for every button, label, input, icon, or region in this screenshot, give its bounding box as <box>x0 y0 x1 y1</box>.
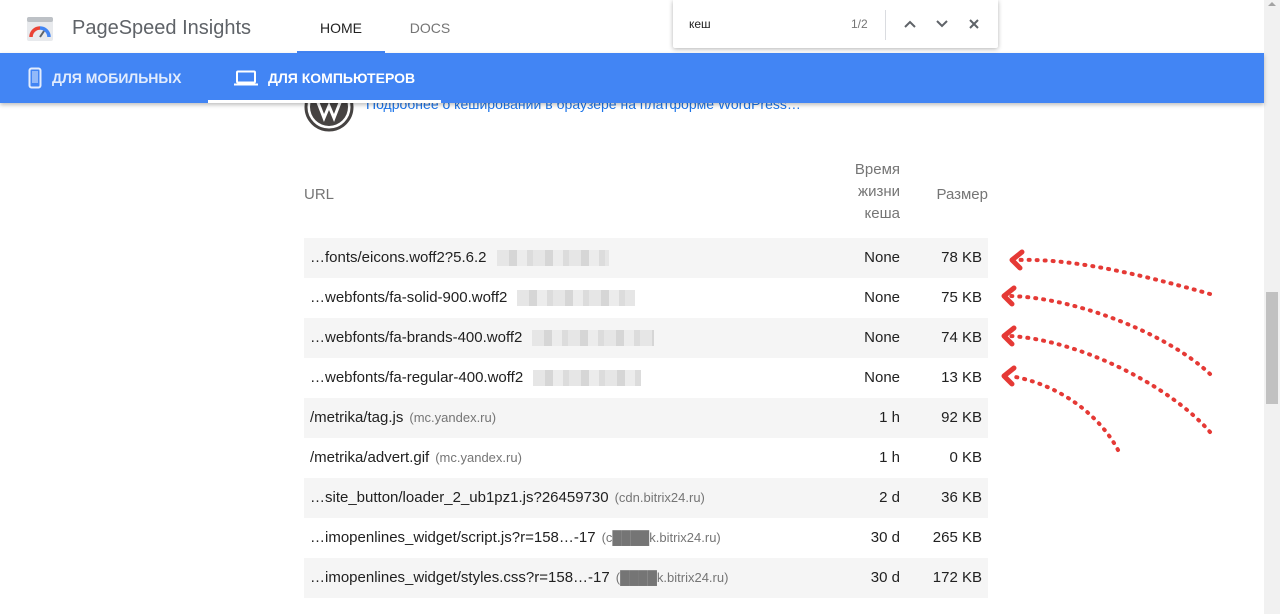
resource-host: (mc.yandex.ru) <box>409 410 497 425</box>
chevron-up-icon <box>904 20 916 28</box>
scroll-up-arrow-icon[interactable] <box>1268 2 1276 6</box>
smartphone-icon <box>28 67 42 89</box>
size-value: 265 KB <box>932 529 982 546</box>
size-value: 78 KB <box>941 249 982 266</box>
resource-url-text[interactable]: …webfonts/fa-regular-400.woff2 <box>310 369 523 386</box>
find-close-button[interactable] <box>964 14 984 34</box>
cache-policy-table: …fonts/eicons.woff2?5.6.2 None 78 KB …webfo… <box>304 238 988 598</box>
column-header-size: Размер <box>936 186 988 203</box>
scrollbar-thumb[interactable] <box>1266 292 1278 404</box>
resource-url: …webfonts/fa-regular-400.woff2 <box>310 358 642 398</box>
size-value: 36 KB <box>941 489 982 506</box>
resource-url: …webfonts/fa-brands-400.woff2 <box>310 318 655 358</box>
tab-home[interactable]: HOME <box>297 0 385 53</box>
device-tab-desktop[interactable]: ДЛЯ КОМПЬЮТЕРОВ <box>208 53 442 103</box>
resource-url: …imopenlines_widget/script.js?r=158…-17 (… <box>310 518 721 558</box>
size-value: 172 KB <box>932 569 982 586</box>
close-icon <box>969 19 979 29</box>
table-row: …imopenlines_widget/script.js?r=158…-17 (… <box>304 518 988 558</box>
resource-url: /metrika/advert.gif (mc.yandex.ru) <box>310 438 522 478</box>
redacted-host <box>533 370 642 387</box>
cache-ttl-value: 30 d <box>870 569 900 586</box>
resource-host: (cdn.bitrix24.ru) <box>614 490 705 505</box>
find-input[interactable] <box>689 15 839 33</box>
size-value: 74 KB <box>941 329 982 346</box>
resource-host: (mc.yandex.ru) <box>435 450 522 465</box>
find-bar: 1/2 <box>673 0 998 48</box>
resource-url-text[interactable]: …fonts/eicons.woff2?5.6.2 <box>310 249 487 266</box>
resource-url: …fonts/eicons.woff2?5.6.2 <box>310 238 609 278</box>
column-header-cache-ttl: Время жизни кеша <box>800 159 900 225</box>
resource-url-text[interactable]: …imopenlines_widget/styles.css?r=158…-17 <box>310 569 610 586</box>
resource-host: (████k.bitrix24.ru) <box>615 570 729 585</box>
laptop-icon <box>234 70 258 86</box>
redacted-host <box>517 290 636 307</box>
column-header-cache-ttl-line: Время <box>854 161 900 178</box>
column-header-cache-ttl-line: кеша <box>864 205 900 222</box>
size-value: 0 KB <box>949 449 982 466</box>
annotation-arrow <box>1008 374 1120 452</box>
cache-ttl-value: 1 h <box>879 409 900 426</box>
size-value: 92 KB <box>941 409 982 426</box>
redacted-host <box>496 250 609 267</box>
resource-url: …site_button/loader_2_ub1pz1.js?26459730… <box>310 478 705 518</box>
column-header-url: URL <box>304 186 335 203</box>
resource-url-text[interactable]: …imopenlines_widget/script.js?r=158…-17 <box>310 529 596 546</box>
resource-url-text[interactable]: /metrika/advert.gif <box>310 449 429 466</box>
redacted-host <box>532 330 655 347</box>
column-header-cache-ttl-line: жизни <box>858 183 900 200</box>
resource-url: /metrika/tag.js (mc.yandex.ru) <box>310 398 496 438</box>
resource-url-text[interactable]: …webfonts/fa-brands-400.woff2 <box>310 329 522 346</box>
resource-url-text[interactable]: …webfonts/fa-solid-900.woff2 <box>310 289 507 306</box>
device-tab-mobile-label: ДЛЯ МОБИЛЬНЫХ <box>52 70 182 86</box>
annotation-arrows <box>1001 249 1212 452</box>
find-next-button[interactable] <box>932 14 952 34</box>
app-header: PageSpeed Insights HOME DOCS <box>0 0 1264 53</box>
find-divider <box>885 10 886 40</box>
cache-ttl-value: 2 d <box>879 489 900 506</box>
cache-ttl-value: None <box>864 289 900 306</box>
device-bar: ДЛЯ МОБИЛЬНЫХ ДЛЯ КОМПЬЮТЕРОВ <box>0 53 1264 103</box>
table-row: …webfonts/fa-solid-900.woff2 None 75 KB <box>304 278 988 318</box>
resource-host: (c████k.bitrix24.ru) <box>601 530 721 545</box>
cache-ttl-value: 30 d <box>870 529 900 546</box>
table-row: /metrika/tag.js (mc.yandex.ru) 1 h 92 KB <box>304 398 988 438</box>
table-row: …webfonts/fa-brands-400.woff2 None 74 KB <box>304 318 988 358</box>
find-previous-button[interactable] <box>900 14 920 34</box>
cache-ttl-value: None <box>864 249 900 266</box>
pagespeed-logo-icon[interactable] <box>26 15 54 43</box>
table-row: …site_button/loader_2_ub1pz1.js?26459730… <box>304 478 988 518</box>
resource-url-text[interactable]: /metrika/tag.js <box>310 409 403 426</box>
table-row: /metrika/advert.gif (mc.yandex.ru) 1 h 0 KB <box>304 438 988 478</box>
size-value: 13 KB <box>941 369 982 386</box>
app-title: PageSpeed Insights <box>72 17 252 39</box>
table-row: …imopenlines_widget/styles.css?r=158…-17… <box>304 558 988 598</box>
resource-url-text[interactable]: …site_button/loader_2_ub1pz1.js?26459730 <box>310 489 609 506</box>
cache-ttl-value: 1 h <box>879 449 900 466</box>
tab-docs[interactable]: DOCS <box>390 0 470 53</box>
page-scrollbar[interactable] <box>1264 0 1280 614</box>
resource-url: …imopenlines_widget/styles.css?r=158…-17… <box>310 558 728 598</box>
annotation-arrow <box>1016 257 1212 296</box>
chevron-down-icon <box>936 20 948 28</box>
resource-url: …webfonts/fa-solid-900.woff2 <box>310 278 636 318</box>
cache-ttl-value: None <box>864 369 900 386</box>
table-row: …webfonts/fa-regular-400.woff2 None 13 KB <box>304 358 988 398</box>
device-tab-desktop-label: ДЛЯ КОМПЬЮТЕРОВ <box>268 70 416 86</box>
annotation-arrowhead <box>1001 365 1017 387</box>
table-row: …fonts/eicons.woff2?5.6.2 None 78 KB <box>304 238 988 278</box>
find-match-count: 1/2 <box>851 17 868 31</box>
device-tab-mobile[interactable]: ДЛЯ МОБИЛЬНЫХ <box>28 53 181 103</box>
cache-ttl-value: None <box>864 329 900 346</box>
size-value: 75 KB <box>941 289 982 306</box>
